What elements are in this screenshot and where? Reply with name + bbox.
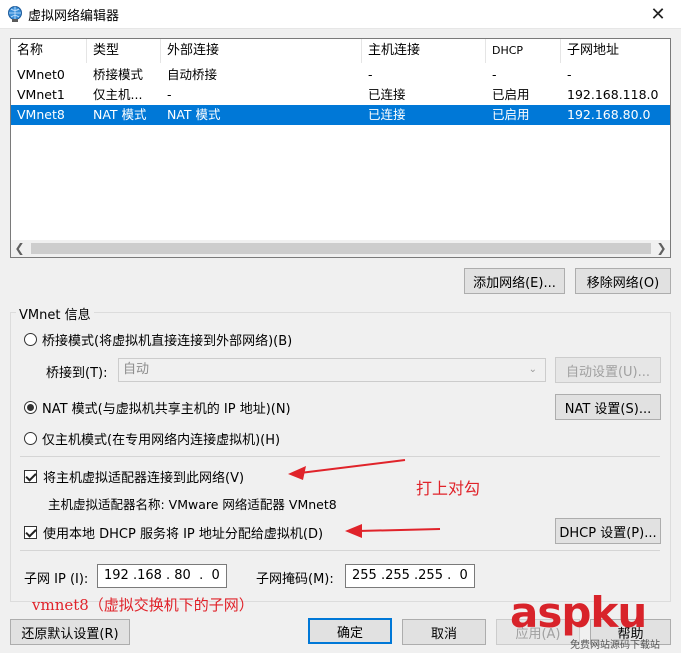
table-row[interactable]: VMnet1 仅主机... - 已连接 已启用 192.168.118.0 — [11, 85, 670, 105]
close-icon: ✕ — [650, 3, 666, 25]
table-row-selected[interactable]: VMnet8 NAT 模式 NAT 模式 已连接 已启用 192.168.80.… — [11, 105, 670, 125]
cell-type: 桥接模式 — [93, 67, 144, 82]
horizontal-scrollbar[interactable]: ❮ ❯ — [11, 240, 670, 257]
cell-subnet: 192.168.80.0 — [567, 107, 651, 122]
cell-name: VMnet0 — [17, 67, 65, 82]
cell-dhcp: - — [492, 67, 497, 82]
scroll-right-icon[interactable]: ❯ — [653, 240, 670, 257]
column-header-external[interactable]: 外部连接 — [161, 39, 362, 63]
subnet-ip-label: 子网 IP (I): — [24, 572, 89, 587]
cell-host: 已连接 — [368, 107, 406, 122]
remove-network-button[interactable]: 移除网络(O) — [575, 268, 671, 294]
scroll-left-icon[interactable]: ❮ — [11, 240, 28, 257]
network-list[interactable]: 名称 类型 外部连接 主机连接 DHCP 子网地址 VMnet0 桥接模式 自动… — [10, 38, 671, 258]
dhcp-checkbox[interactable]: 使用本地 DHCP 服务将 IP 地址分配给虚拟机(D) — [24, 523, 324, 542]
close-button[interactable]: ✕ — [635, 0, 681, 28]
cell-subnet: - — [567, 67, 572, 82]
host-only-radio[interactable]: 仅主机模式(在专用网络内连接虚拟机)(H) — [24, 429, 281, 448]
list-header: 名称 类型 外部连接 主机连接 DHCP 子网地址 — [11, 39, 670, 63]
chevron-down-icon: ⌄ — [528, 364, 537, 375]
subnet-mask-label: 子网掩码(M): — [256, 572, 334, 587]
cell-external: 自动桥接 — [167, 67, 218, 82]
vmnet-info-group — [10, 312, 671, 602]
column-header-dhcp[interactable]: DHCP — [486, 39, 561, 63]
table-row[interactable]: VMnet0 桥接模式 自动桥接 - - - — [11, 65, 670, 85]
cell-external: - — [167, 87, 172, 102]
cell-dhcp: 已启用 — [492, 87, 530, 102]
restore-defaults-button[interactable]: 还原默认设置(R) — [10, 619, 130, 645]
radio-off-icon — [24, 431, 37, 445]
add-network-button[interactable]: 添加网络(E)... — [464, 268, 565, 294]
annotation-check-note: 打上对勾 — [416, 479, 481, 498]
connect-adapter-checkbox[interactable]: 将主机虚拟适配器连接到此网络(V) — [24, 467, 245, 486]
bridge-mode-label: 桥接模式(将虚拟机直接连接到外部网络)(B) — [42, 333, 293, 349]
divider — [20, 550, 660, 551]
radio-on-icon — [24, 400, 37, 414]
subnet-mask-input[interactable]: 255 .255 .255 . 0 — [345, 564, 475, 588]
column-header-host[interactable]: 主机连接 — [362, 39, 486, 63]
vmnet-info-legend: VMnet 信息 — [16, 304, 94, 323]
column-header-name[interactable]: 名称 — [11, 39, 87, 63]
checkmark-icon — [24, 469, 37, 483]
cell-host: - — [368, 67, 373, 82]
watermark-brand: aspku — [510, 588, 647, 637]
bridge-to-label: 桥接到(T): — [46, 366, 108, 381]
cell-external: NAT 模式 — [167, 107, 221, 122]
annotation-subnet-note: vmnet8（虚拟交换机下的子网） — [32, 596, 254, 614]
ok-button[interactable]: 确定 — [308, 618, 392, 644]
nat-settings-button[interactable]: NAT 设置(S)... — [555, 394, 661, 420]
dhcp-settings-button[interactable]: DHCP 设置(P)... — [555, 518, 661, 544]
cell-type: 仅主机... — [93, 87, 143, 102]
column-header-subnet[interactable]: 子网地址 — [561, 39, 670, 63]
watermark-logo: aspku 免费网站源码下载站 — [510, 588, 681, 653]
cell-name: VMnet8 — [17, 107, 65, 122]
window-title: 虚拟网络编辑器 — [28, 9, 120, 24]
scrollbar-thumb[interactable] — [31, 243, 651, 254]
auto-settings-button[interactable]: 自动设置(U)... — [555, 357, 661, 383]
title-bar: 虚拟网络编辑器 ✕ — [0, 0, 681, 29]
bridge-mode-radio[interactable]: 桥接模式(将虚拟机直接连接到外部网络)(B) — [24, 330, 293, 349]
adapter-name-text: 主机虚拟适配器名称: VMware 网络适配器 VMnet8 — [48, 497, 337, 512]
cell-type: NAT 模式 — [93, 107, 147, 122]
dhcp-label: 使用本地 DHCP 服务将 IP 地址分配给虚拟机(D) — [43, 526, 324, 542]
cell-dhcp: 已启用 — [492, 107, 530, 122]
cell-name: VMnet1 — [17, 87, 65, 102]
cell-host: 已连接 — [368, 87, 406, 102]
radio-off-icon — [24, 332, 37, 346]
bridge-to-select[interactable]: 自动 ⌄ — [118, 358, 546, 382]
connect-adapter-label: 将主机虚拟适配器连接到此网络(V) — [43, 470, 245, 486]
cancel-button[interactable]: 取消 — [402, 619, 486, 645]
nat-mode-label: NAT 模式(与虚拟机共享主机的 IP 地址)(N) — [42, 401, 291, 417]
nat-mode-radio[interactable]: NAT 模式(与虚拟机共享主机的 IP 地址)(N) — [24, 398, 291, 417]
watermark-tagline: 免费网站源码下载站 — [570, 640, 660, 651]
cell-subnet: 192.168.118.0 — [567, 87, 659, 102]
divider — [20, 456, 660, 457]
column-header-type[interactable]: 类型 — [87, 39, 161, 63]
bridge-to-value: 自动 — [123, 362, 150, 377]
network-globe-icon — [8, 6, 22, 22]
host-only-label: 仅主机模式(在专用网络内连接虚拟机)(H) — [42, 432, 281, 448]
subnet-ip-input[interactable]: 192 .168 . 80 . 0 — [97, 564, 227, 588]
checkmark-icon — [24, 525, 37, 539]
